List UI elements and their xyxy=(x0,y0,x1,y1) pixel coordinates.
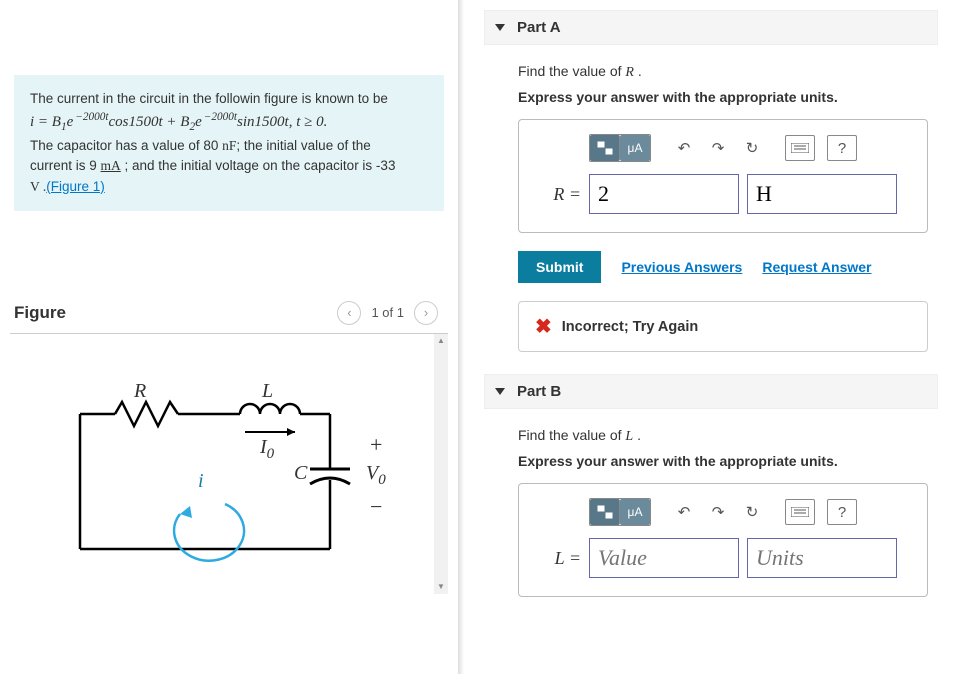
figure-section: Figure ‹ 1 of 1 › ▲ ▼ xyxy=(10,301,448,604)
keyboard-button[interactable] xyxy=(785,135,815,161)
part-a-value-input[interactable] xyxy=(589,174,739,214)
incorrect-icon: ✖ xyxy=(535,314,552,339)
part-a: Part A Find the value of R . Express you… xyxy=(484,10,938,362)
figure-link[interactable]: (Figure 1) xyxy=(46,179,105,194)
redo-button[interactable]: ↷ xyxy=(703,499,733,525)
problem-line4a: V . xyxy=(30,179,46,194)
part-a-submit-button[interactable]: Submit xyxy=(518,251,601,283)
problem-line2b: ; the initial value of the xyxy=(236,138,370,153)
label-I0: I0 xyxy=(260,436,274,463)
part-a-prompt: Find the value of R . xyxy=(518,63,928,81)
part-b-prompt: Find the value of L . xyxy=(518,427,928,445)
undo-button[interactable]: ↶ xyxy=(669,135,699,161)
undo-button[interactable]: ↶ xyxy=(669,499,699,525)
left-panel: The current in the circuit in the follow… xyxy=(0,0,458,674)
label-C: C xyxy=(294,462,307,485)
part-a-toolbar: μA ↶ ↷ ↻ ? xyxy=(537,134,909,162)
previous-answers-link[interactable]: Previous Answers xyxy=(621,259,742,275)
label-R: R xyxy=(134,380,146,403)
part-a-answer-box: μA ↶ ↷ ↻ ? R = xyxy=(518,119,928,233)
scroll-down-icon: ▼ xyxy=(434,580,448,594)
cap-unit: nF xyxy=(222,138,236,153)
problem-line2a: The capacitor has a value of 80 xyxy=(30,138,222,153)
templates-button[interactable] xyxy=(590,135,620,161)
feedback-text: Incorrect; Try Again xyxy=(562,319,698,335)
request-answer-link[interactable]: Request Answer xyxy=(762,259,871,275)
collapse-icon xyxy=(495,24,505,31)
label-L: L xyxy=(262,380,273,403)
problem-equation: i = B1e−2000tcos1500t + B2e−2000tsin1500… xyxy=(30,114,327,130)
label-i: i xyxy=(198,470,204,493)
figure-header: Figure ‹ 1 of 1 › xyxy=(10,301,448,334)
circuit-diagram: R L I0 i C V0 + − xyxy=(70,384,430,574)
collapse-icon xyxy=(495,388,505,395)
figure-next-button[interactable]: › xyxy=(414,301,438,325)
label-V0: V0 xyxy=(366,462,386,489)
part-b-toolbar: μA ↶ ↷ ↻ ? xyxy=(537,498,909,526)
scroll-up-icon: ▲ xyxy=(434,334,448,348)
figure-counter: 1 of 1 xyxy=(371,305,404,320)
part-b-header[interactable]: Part B xyxy=(484,374,938,409)
part-a-header[interactable]: Part A xyxy=(484,10,938,45)
redo-button[interactable]: ↷ xyxy=(703,135,733,161)
problem-line3b: ; and the initial voltage on the capacit… xyxy=(121,158,396,173)
part-b-value-input[interactable] xyxy=(589,538,739,578)
figure-title: Figure xyxy=(14,303,66,323)
part-b: Part B Find the value of L . Express you… xyxy=(484,374,938,607)
part-b-answer-label: L = xyxy=(537,548,581,569)
problem-statement: The current in the circuit in the follow… xyxy=(14,75,444,211)
part-b-units-input[interactable] xyxy=(747,538,897,578)
figure-body: ▲ ▼ xyxy=(10,334,448,604)
right-panel: Part A Find the value of R . Express you… xyxy=(464,0,958,674)
figure-prev-button[interactable]: ‹ xyxy=(337,301,361,325)
keyboard-button[interactable] xyxy=(785,499,815,525)
part-a-units-prompt: Express your answer with the appropriate… xyxy=(518,89,928,105)
figure-nav: ‹ 1 of 1 › xyxy=(337,301,438,325)
figure-scrollbar[interactable]: ▲ ▼ xyxy=(434,334,448,594)
units-button[interactable]: μA xyxy=(620,499,650,525)
units-button[interactable]: μA xyxy=(620,135,650,161)
cur-unit: mA xyxy=(101,158,121,173)
part-a-title: Part A xyxy=(517,19,561,36)
part-a-feedback: ✖ Incorrect; Try Again xyxy=(518,301,928,352)
problem-line1: The current in the circuit in the follow… xyxy=(30,91,388,106)
label-plus: + xyxy=(370,432,382,458)
part-b-answer-box: μA ↶ ↷ ↻ ? L = xyxy=(518,483,928,597)
part-a-units-input[interactable] xyxy=(747,174,897,214)
part-b-units-prompt: Express your answer with the appropriate… xyxy=(518,453,928,469)
label-minus: − xyxy=(370,494,382,520)
help-button[interactable]: ? xyxy=(827,499,857,525)
templates-button[interactable] xyxy=(590,499,620,525)
help-button[interactable]: ? xyxy=(827,135,857,161)
part-b-title: Part B xyxy=(517,383,561,400)
part-a-answer-label: R = xyxy=(537,184,581,205)
reset-button[interactable]: ↻ xyxy=(737,499,767,525)
problem-line3a: current is 9 xyxy=(30,158,101,173)
reset-button[interactable]: ↻ xyxy=(737,135,767,161)
